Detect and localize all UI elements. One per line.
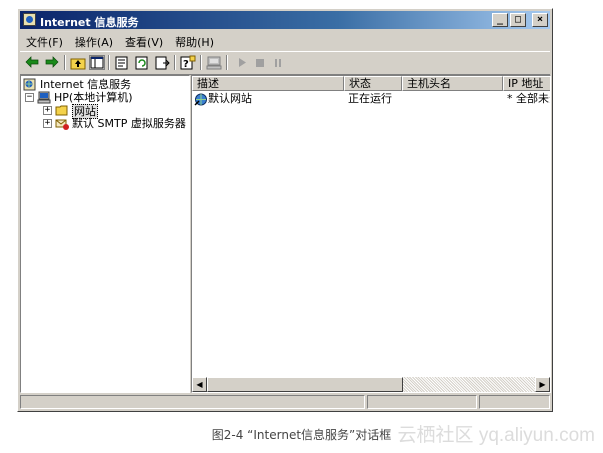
table-row[interactable]: 默认网站 正在运行 * 全部未分	[192, 92, 550, 106]
help-icon[interactable]: ?	[180, 55, 196, 70]
menu-view[interactable]: 查看(V)	[119, 31, 169, 49]
window-title: Internet 信息服务	[40, 16, 139, 29]
status-panel-3	[479, 395, 550, 409]
expand-smtp-icon[interactable]: +	[43, 119, 52, 128]
cell-ip: * 全部未分	[507, 92, 550, 105]
status-panel-2	[367, 395, 477, 409]
smtp-server-icon	[55, 117, 69, 130]
scroll-right-icon[interactable]: ▶	[535, 377, 550, 392]
up-folder-icon[interactable]	[70, 55, 86, 70]
properties-icon[interactable]	[114, 55, 130, 70]
start-icon[interactable]	[234, 55, 250, 70]
pause-icon[interactable]	[270, 55, 286, 70]
tree-item-websites[interactable]: + 网站	[43, 104, 183, 119]
website-globe-icon	[194, 93, 208, 106]
menu-action[interactable]: 操作(A)	[69, 31, 119, 49]
scroll-thumb[interactable]	[207, 377, 403, 392]
cell-status: 正在运行	[348, 92, 392, 105]
status-panel-main	[20, 395, 365, 409]
export-list-icon[interactable]	[154, 55, 170, 70]
iis-root-icon	[23, 78, 37, 91]
menu-file[interactable]: 文件(F)	[20, 31, 69, 49]
tree-label-computer: HP(本地计算机)	[54, 91, 133, 104]
close-button[interactable]: ×	[532, 13, 548, 27]
cell-description: 默认网站	[208, 92, 252, 105]
tree-label-smtp: 默认 SMTP 虚拟服务器	[72, 117, 186, 130]
watermark: 云栖社区 yq.aliyun.com	[397, 425, 595, 446]
maximize-button[interactable]: □	[510, 13, 526, 27]
console-tree[interactable]: Internet 信息服务 − HP(本地计算机) + 网站 + 默认 SMTP…	[20, 75, 190, 393]
forward-icon[interactable]	[44, 55, 60, 70]
show-tree-icon[interactable]	[89, 55, 105, 70]
column-header-description[interactable]: 描述	[192, 76, 344, 91]
column-header-host[interactable]: 主机头名	[402, 76, 503, 91]
refresh-icon[interactable]	[134, 55, 150, 70]
stop-icon[interactable]	[252, 55, 268, 70]
column-header-ip[interactable]: IP 地址	[503, 76, 550, 91]
tree-label-root: Internet 信息服务	[40, 78, 132, 91]
menu-bar: 文件(F) 操作(A) 查看(V) 帮助(H)	[20, 31, 550, 49]
folder-icon	[55, 104, 69, 116]
back-icon[interactable]	[24, 55, 40, 70]
tree-item-root[interactable]: Internet 信息服务	[23, 78, 183, 91]
minimize-button[interactable]: _	[492, 13, 508, 27]
svg-text:?: ?	[183, 59, 189, 70]
title-bar[interactable]: Internet 信息服务 _ □ ×	[20, 11, 550, 29]
iis-window: Internet 信息服务 _ □ × 文件(F) 操作(A) 查看(V) 帮助…	[17, 8, 553, 412]
tree-item-computer[interactable]: − HP(本地计算机)	[25, 91, 185, 104]
iis-app-icon	[23, 13, 36, 26]
details-pane[interactable]: 描述 状态 主机头名 IP 地址 默认网站 正在运行 * 全部未分 ◀ ▶	[191, 75, 551, 393]
status-bar	[20, 395, 550, 409]
window-controls: _ □ ×	[492, 13, 548, 27]
computer-icon[interactable]	[206, 55, 222, 70]
tree-item-smtp[interactable]: + 默认 SMTP 虚拟服务器	[43, 117, 188, 130]
column-header-status[interactable]: 状态	[344, 76, 402, 91]
toolbar: ?	[20, 51, 550, 75]
horizontal-scrollbar[interactable]: ◀ ▶	[192, 377, 550, 392]
expand-websites-icon[interactable]: +	[43, 106, 52, 115]
computer-node-icon	[37, 91, 51, 104]
scroll-left-icon[interactable]: ◀	[192, 377, 207, 392]
menu-help[interactable]: 帮助(H)	[169, 31, 220, 49]
collapse-computer-icon[interactable]: −	[25, 93, 34, 102]
